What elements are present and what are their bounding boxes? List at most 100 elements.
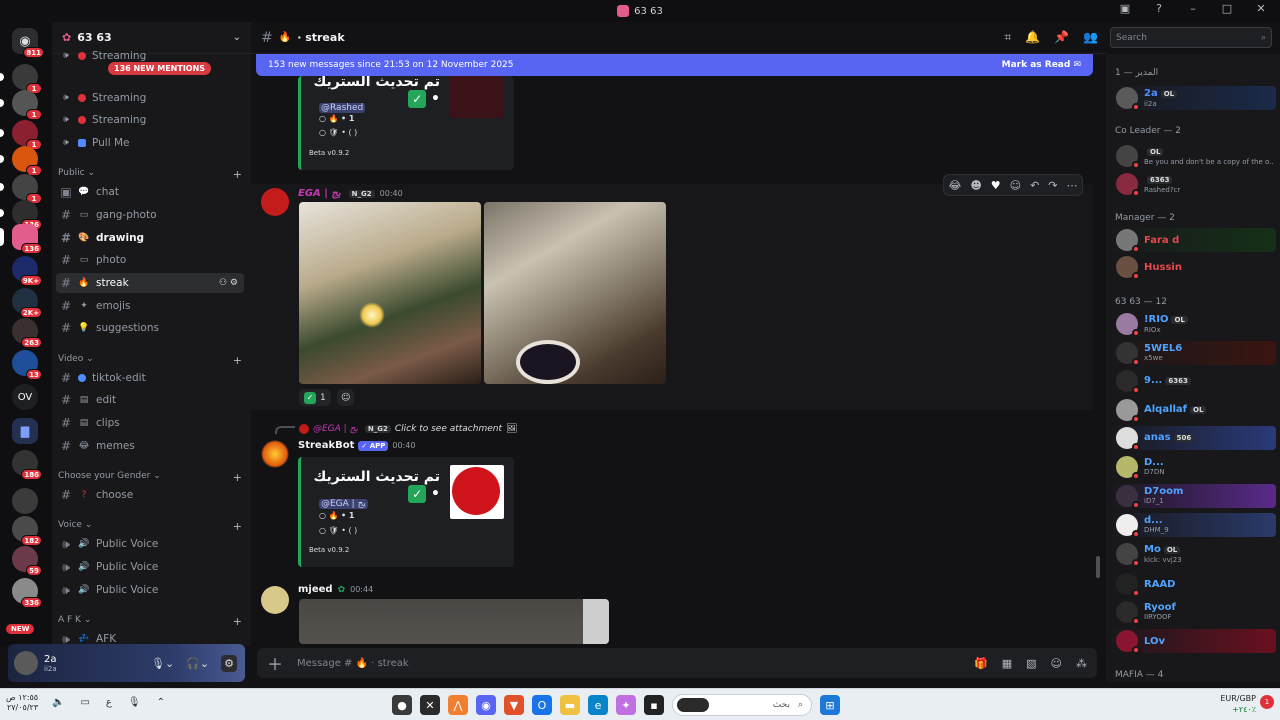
headphones-icon[interactable]: 🎧⌄ (186, 657, 209, 670)
chevron-up-icon[interactable]: ⌃ (157, 697, 165, 708)
voice-channel[interactable]: 🕪 🔊 Public Voice (56, 557, 244, 577)
add-channel-icon[interactable]: + (233, 354, 242, 367)
server-icon[interactable]: 1 (0, 146, 42, 176)
help-icon[interactable]: ? (1150, 2, 1168, 15)
new-mentions-pill[interactable]: 136 NEW MENTIONS (108, 62, 212, 75)
reply-preview[interactable]: @EGA | يج N_G2 Click to see attachment 🖼 (299, 424, 517, 434)
category-public[interactable]: Public ⌄ + (58, 168, 242, 181)
threads-icon[interactable]: ⌗ (1004, 30, 1011, 45)
clock[interactable]: ١٢:٥٥ ص ٢٧/٠٥/٢٣ (6, 693, 38, 713)
speaker-icon[interactable]: 🔈 (52, 697, 64, 708)
member-item[interactable]: D... D7DN (1110, 455, 1276, 480)
add-reaction-icon[interactable]: ☺ (1010, 179, 1021, 192)
attachment-image[interactable] (299, 202, 481, 384)
server-ov[interactable]: OV (12, 384, 40, 412)
laugh-emoji-button[interactable]: 😂 (948, 179, 961, 192)
search-input[interactable]: Search ⌕ (1110, 27, 1272, 48)
app-icon[interactable]: ● (392, 695, 412, 715)
channel-suggestions[interactable]: # 💡 suggestions (56, 318, 244, 338)
folder-icon[interactable]: ▇ (12, 418, 40, 446)
forward-icon[interactable]: ↷ (1048, 179, 1057, 192)
member-item[interactable]: Fara d (1110, 228, 1276, 253)
windows-start-icon[interactable]: ⊞ (820, 695, 840, 715)
member-item[interactable]: !RIO OL RIOx (1110, 312, 1276, 337)
channel-tiktok-edit[interactable]: # tiktok-edit (56, 368, 244, 388)
server-icon[interactable]: 59 (12, 546, 42, 576)
message-composer[interactable]: ＋ Message # 🔥 · streak 🎁 ▦ ▧ ☺ ⁂ (257, 648, 1097, 678)
bell-icon[interactable]: 🔔 (1025, 30, 1040, 45)
avatar[interactable] (261, 440, 289, 468)
attachment-image[interactable] (484, 202, 666, 384)
channel-emojis[interactable]: # ✦ emojis (56, 296, 244, 316)
server-icon[interactable]: 336 (12, 578, 42, 608)
server-icon[interactable] (12, 488, 40, 516)
member-item[interactable]: D7oom iD7_1 (1110, 484, 1276, 509)
add-channel-icon[interactable]: + (233, 520, 242, 533)
channel-memes[interactable]: # 😂 memes (56, 436, 244, 456)
channel-gang-photo[interactable]: # ▭ gang-photo (56, 205, 244, 225)
close-button[interactable]: ✕ (1252, 2, 1270, 15)
microphone-icon[interactable]: 🎙⌄ (151, 657, 174, 670)
emoji-icon[interactable]: ☺ (1051, 657, 1062, 670)
add-channel-icon[interactable]: + (233, 615, 242, 628)
avatar[interactable] (14, 651, 38, 675)
mark-as-read-button[interactable]: Mark as Read ✉ (1002, 60, 1081, 70)
category-afk[interactable]: A F K ⌄ + (58, 615, 242, 628)
attachment-image[interactable] (299, 599, 609, 644)
sticker-icon[interactable]: ▧ (1026, 657, 1036, 670)
member-item[interactable]: 6363 Rashed?cr (1110, 172, 1276, 197)
category-voice[interactable]: Voice ⌄ + (58, 520, 242, 533)
server-icon[interactable]: 1 (0, 90, 42, 120)
add-channel-icon[interactable]: + (233, 471, 242, 484)
home-button[interactable]: ◉ 811 (12, 28, 44, 58)
app-icon[interactable]: ⋀ (448, 695, 468, 715)
server-icon-active[interactable]: 136 (0, 224, 42, 254)
server-icon[interactable]: 9K+ (12, 256, 42, 286)
channel-photo[interactable]: # ▭ photo (56, 250, 244, 270)
scrollbar-thumb[interactable] (1096, 556, 1100, 578)
avatar[interactable] (261, 586, 289, 614)
stock-widget[interactable]: EUR/GBP +٢٤٠٪ (1220, 693, 1256, 715)
member-item[interactable]: Hussin (1110, 255, 1276, 280)
taskbar-search[interactable]: بحث ⌕ (672, 694, 812, 716)
voice-channel[interactable]: 🕪 🔊 Public Voice (56, 580, 244, 600)
channel-streaming[interactable]: 🕪 Streaming (56, 88, 244, 108)
edge-icon[interactable]: e (588, 695, 608, 715)
member-item[interactable]: 5WEL6 x5we (1110, 341, 1276, 366)
member-item[interactable]: 2a OL ii2a (1110, 86, 1276, 111)
author-name[interactable]: StreakBot (298, 440, 354, 451)
outlook-icon[interactable]: O (532, 695, 552, 715)
avatar[interactable] (261, 188, 289, 216)
server-icon[interactable]: 1 (0, 174, 42, 204)
reply-icon[interactable]: ↶ (1030, 179, 1039, 192)
language-indicator[interactable]: ع (106, 697, 112, 708)
terminal-icon[interactable]: ✕ (420, 695, 440, 715)
maximize-button[interactable]: □ (1218, 2, 1236, 15)
channel-drawing[interactable]: # 🎨 drawing (56, 228, 244, 248)
new-messages-banner[interactable]: 153 new messages since 21:53 on 12 Novem… (256, 54, 1093, 76)
network-icon[interactable]: ▭ (80, 697, 89, 708)
gear-icon[interactable]: ⚙ (221, 654, 237, 672)
minimize-button[interactable]: – (1184, 2, 1202, 15)
server-icon[interactable]: 13 (12, 350, 42, 380)
author-name[interactable]: mjeed (298, 584, 333, 595)
category-choose-gender[interactable]: Choose your Gender ⌄ + (58, 471, 242, 484)
server-icon[interactable]: 263 (12, 318, 42, 348)
add-channel-icon[interactable]: + (233, 168, 242, 181)
member-item[interactable]: OL Be you and don't be a copy of the o... (1110, 144, 1276, 169)
screen-icon[interactable]: ▣ (1116, 2, 1134, 15)
reaction-check[interactable]: ✓ 1 (299, 389, 331, 406)
app-icon[interactable]: ▪ (644, 695, 664, 715)
category-video[interactable]: Video ⌄ + (58, 354, 242, 367)
members-icon[interactable]: 👥 (1083, 30, 1098, 45)
channel-pull-me[interactable]: 🕪 Pull Me (56, 133, 244, 153)
notification-badge[interactable]: 1 (1260, 695, 1274, 709)
member-item[interactable]: RAAD (1110, 572, 1276, 597)
invite-settings-icons[interactable]: ⚇ ⚙ (219, 278, 238, 288)
gif-icon[interactable]: ▦ (1002, 657, 1012, 670)
channel-chat[interactable]: ▣ 💬 chat (56, 182, 244, 202)
custom-emoji-button[interactable]: ☻ (970, 179, 981, 192)
add-reaction-button[interactable]: ☺ (337, 389, 355, 406)
folder-icon[interactable]: ▬ (560, 695, 580, 715)
member-item[interactable]: anas 506 (1110, 426, 1276, 451)
